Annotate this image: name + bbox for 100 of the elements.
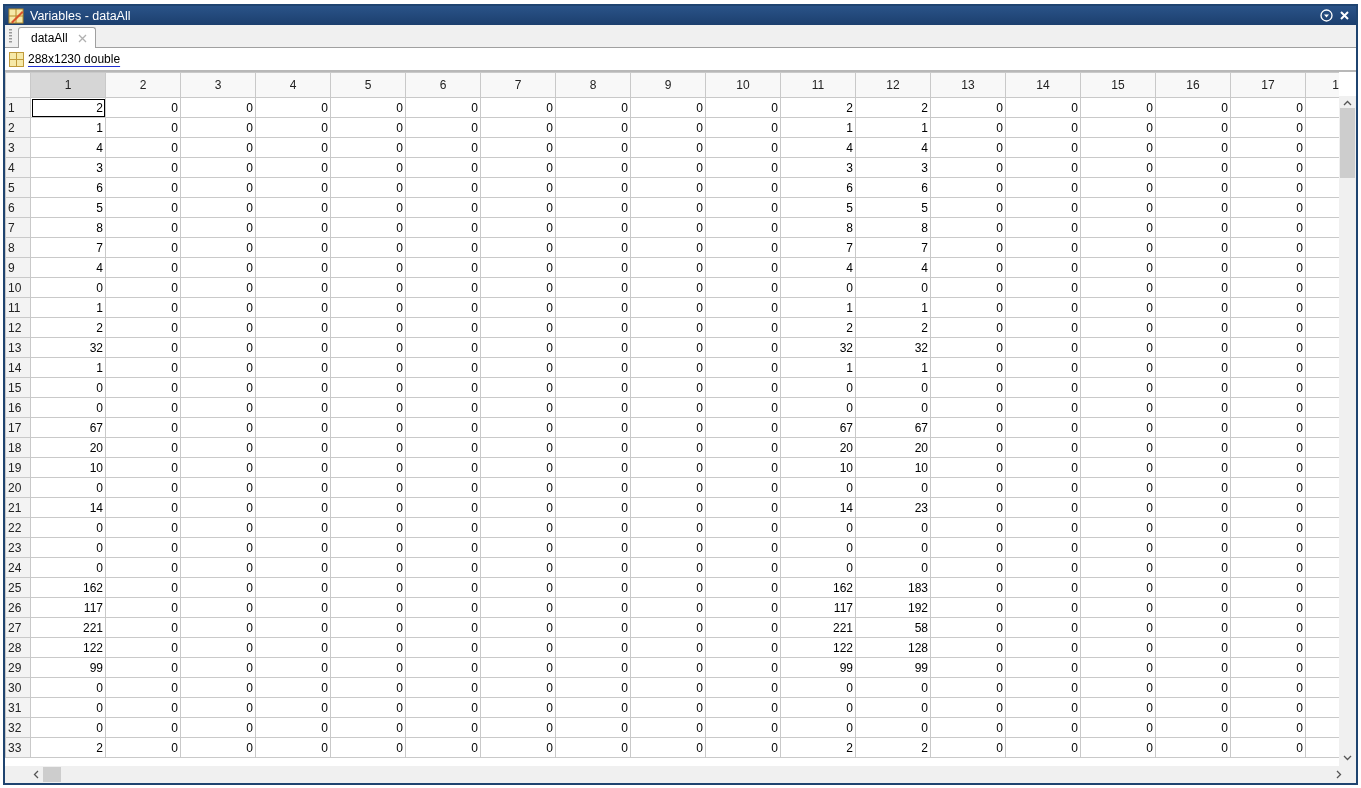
row-header[interactable]: 32 xyxy=(5,717,31,738)
table-cell[interactable]: 0 xyxy=(1155,117,1231,138)
table-cell[interactable]: 0 xyxy=(180,717,256,738)
table-cell[interactable]: 0 xyxy=(705,457,781,478)
table-cell[interactable]: 0 xyxy=(630,137,706,158)
table-cell[interactable]: 0 xyxy=(180,417,256,438)
table-cell[interactable]: 0 xyxy=(930,517,1006,538)
table-cell[interactable]: 0 xyxy=(405,497,481,518)
table-cell[interactable]: 0 xyxy=(255,497,331,518)
table-cell[interactable]: 0 xyxy=(330,577,406,598)
table-cell[interactable]: 0 xyxy=(480,637,556,658)
table-cell[interactable]: 0 xyxy=(1155,457,1231,478)
table-cell[interactable]: 67 xyxy=(780,417,856,438)
table-cell[interactable]: 0 xyxy=(1080,177,1156,198)
table-cell[interactable]: 192 xyxy=(855,597,931,618)
row-header[interactable]: 15 xyxy=(5,377,31,398)
table-cell[interactable]: 0 xyxy=(630,437,706,458)
table-cell[interactable]: 0 xyxy=(1080,737,1156,758)
column-header[interactable]: 15 xyxy=(1080,72,1156,98)
row-header[interactable]: 2 xyxy=(5,117,31,138)
table-cell[interactable]: 6 xyxy=(855,177,931,198)
table-cell[interactable]: 3 xyxy=(30,157,106,178)
table-cell[interactable]: 0 xyxy=(705,157,781,178)
table-cell[interactable]: 0 xyxy=(630,277,706,298)
column-header[interactable]: 16 xyxy=(1155,72,1231,98)
table-cell[interactable]: 0 xyxy=(405,297,481,318)
table-cell[interactable]: 0 xyxy=(480,697,556,718)
table-cell[interactable]: 221 xyxy=(30,617,106,638)
table-cell[interactable]: 0 xyxy=(1080,417,1156,438)
table-cell[interactable]: 0 xyxy=(780,277,856,298)
table-cell[interactable]: 0 xyxy=(1005,237,1081,258)
table-cell[interactable]: 0 xyxy=(105,257,181,278)
table-cell[interactable]: 0 xyxy=(555,517,631,538)
table-cell[interactable]: 0 xyxy=(1230,117,1306,138)
table-cell[interactable]: 0 xyxy=(855,377,931,398)
table-cell[interactable]: 0 xyxy=(180,237,256,258)
table-cell[interactable]: 0 xyxy=(630,297,706,318)
table-cell[interactable]: 2 xyxy=(30,737,106,758)
table-cell[interactable]: 0 xyxy=(105,577,181,598)
table-cell[interactable]: 117 xyxy=(30,597,106,618)
table-cell[interactable]: 0 xyxy=(255,157,331,178)
table-cell[interactable]: 0 xyxy=(930,397,1006,418)
table-cell[interactable]: 0 xyxy=(105,697,181,718)
table-cell[interactable]: 0 xyxy=(330,157,406,178)
table-cell[interactable]: 0 xyxy=(780,397,856,418)
table-cell[interactable]: 0 xyxy=(330,617,406,638)
table-cell[interactable]: 0 xyxy=(705,357,781,378)
table-cell[interactable]: 0 xyxy=(780,517,856,538)
table-cell[interactable]: 0 xyxy=(105,237,181,258)
table-cell[interactable]: 0 xyxy=(330,117,406,138)
table-cell[interactable]: 0 xyxy=(405,457,481,478)
table-cell[interactable]: 0 xyxy=(405,437,481,458)
table-cell[interactable]: 23 xyxy=(855,497,931,518)
table-cell[interactable]: 0 xyxy=(855,717,931,738)
table-cell[interactable]: 32 xyxy=(30,337,106,358)
row-header[interactable]: 18 xyxy=(5,437,31,458)
table-cell[interactable]: 0 xyxy=(1230,517,1306,538)
table-cell[interactable]: 0 xyxy=(1230,557,1306,578)
table-cell[interactable]: 0 xyxy=(480,417,556,438)
table-cell[interactable]: 0 xyxy=(780,377,856,398)
table-cell[interactable]: 0 xyxy=(630,337,706,358)
table-cell[interactable]: 0 xyxy=(255,697,331,718)
table-cell[interactable]: 0 xyxy=(105,397,181,418)
table-cell[interactable]: 0 xyxy=(780,557,856,578)
row-header[interactable]: 33 xyxy=(5,737,31,758)
table-cell[interactable]: 0 xyxy=(405,617,481,638)
table-cell[interactable]: 0 xyxy=(555,437,631,458)
table-cell[interactable]: 0 xyxy=(855,277,931,298)
table-cell[interactable]: 0 xyxy=(1230,197,1306,218)
row-header[interactable]: 9 xyxy=(5,257,31,278)
table-cell[interactable]: 0 xyxy=(705,617,781,638)
table-cell[interactable]: 0 xyxy=(1080,677,1156,698)
table-cell[interactable]: 0 xyxy=(405,657,481,678)
table-cell[interactable]: 0 xyxy=(255,217,331,238)
table-cell[interactable]: 0 xyxy=(330,457,406,478)
table-cell[interactable]: 58 xyxy=(855,617,931,638)
table-cell[interactable]: 0 xyxy=(255,457,331,478)
table-cell[interactable]: 0 xyxy=(180,97,256,118)
table-cell[interactable]: 0 xyxy=(930,177,1006,198)
table-cell[interactable]: 0 xyxy=(930,237,1006,258)
table-cell[interactable]: 0 xyxy=(705,397,781,418)
table-cell[interactable]: 0 xyxy=(405,697,481,718)
table-cell[interactable]: 0 xyxy=(180,537,256,558)
column-header[interactable]: 11 xyxy=(780,72,856,98)
table-cell[interactable]: 0 xyxy=(930,537,1006,558)
table-cell[interactable]: 0 xyxy=(705,597,781,618)
table-cell[interactable]: 5 xyxy=(30,197,106,218)
table-cell[interactable]: 0 xyxy=(330,277,406,298)
table-cell[interactable]: 0 xyxy=(555,217,631,238)
table-cell[interactable]: 0 xyxy=(1080,377,1156,398)
table-cell[interactable]: 0 xyxy=(555,677,631,698)
table-cell[interactable]: 0 xyxy=(1080,137,1156,158)
table-cell[interactable]: 32 xyxy=(780,337,856,358)
table-cell[interactable]: 0 xyxy=(1155,397,1231,418)
table-cell[interactable]: 0 xyxy=(1080,577,1156,598)
table-cell[interactable]: 0 xyxy=(630,177,706,198)
table-cell[interactable]: 67 xyxy=(30,417,106,438)
table-cell[interactable]: 0 xyxy=(930,217,1006,238)
table-cell[interactable]: 0 xyxy=(480,537,556,558)
table-cell[interactable]: 0 xyxy=(330,637,406,658)
